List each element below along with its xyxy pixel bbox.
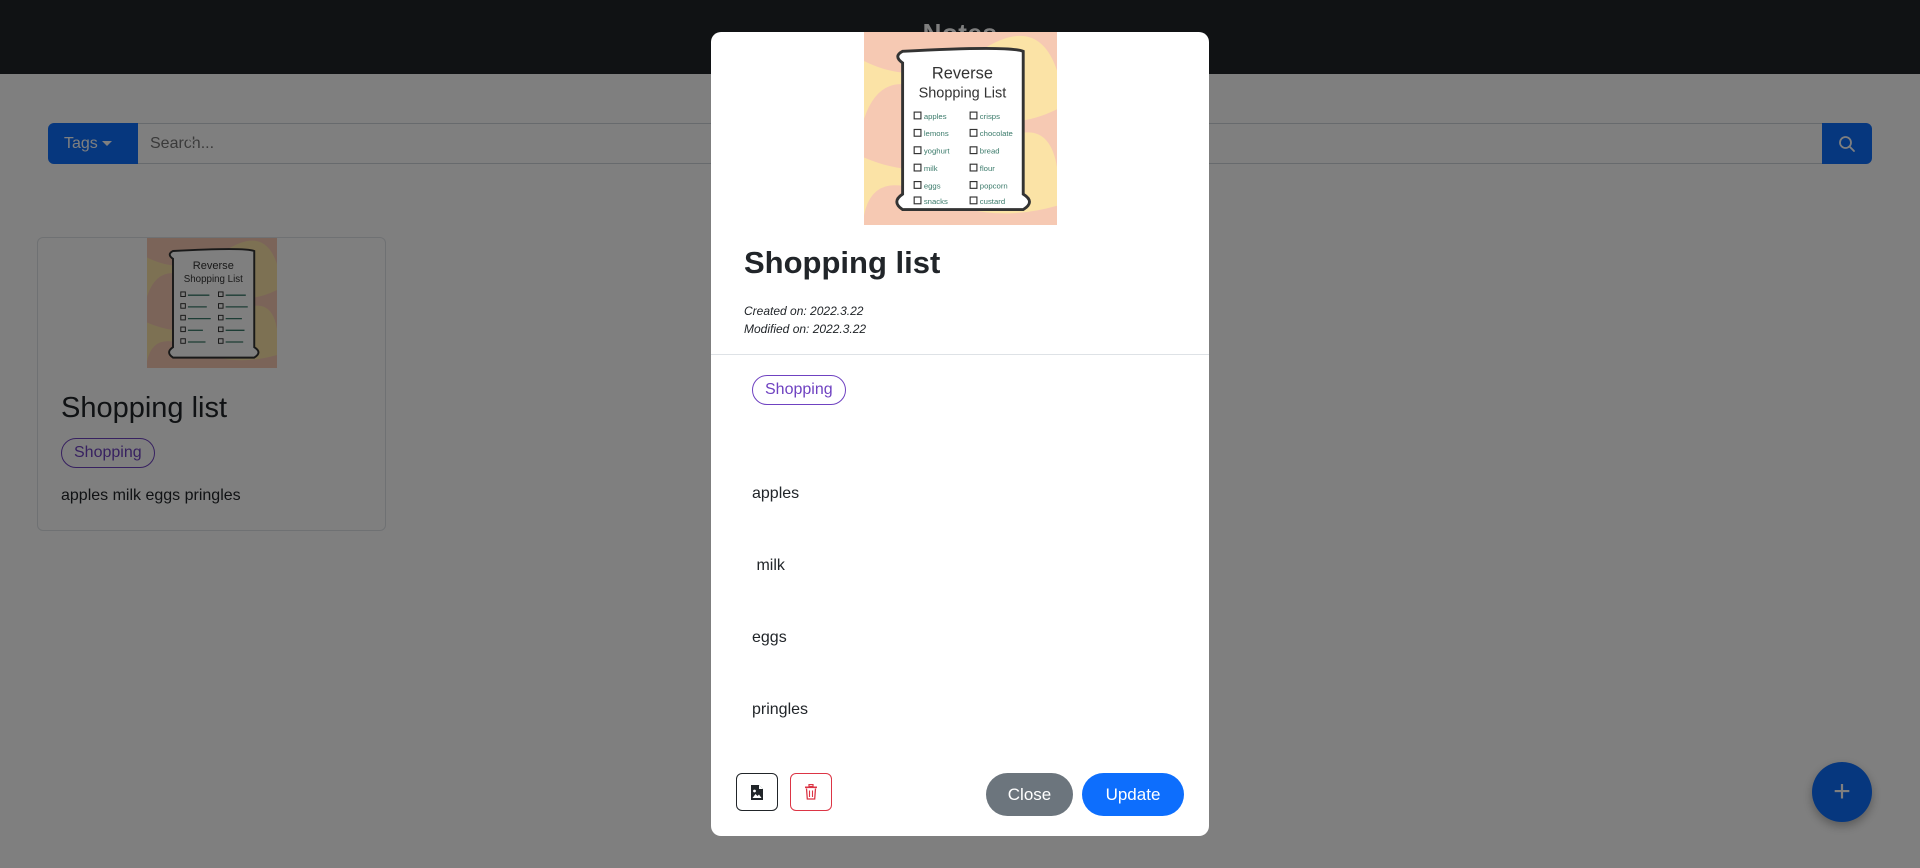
update-button[interactable]: Update xyxy=(1082,773,1184,816)
delete-note-button[interactable] xyxy=(790,773,832,811)
close-button[interactable]: Close xyxy=(986,773,1073,816)
note-modal: Reverse Shopping List apples lemons yogh… xyxy=(711,32,1209,836)
image-item: yoghurt xyxy=(924,147,951,156)
note-image: Reverse Shopping List apples lemons yogh… xyxy=(864,32,1057,225)
modal-divider xyxy=(711,354,1209,355)
image-item: bread xyxy=(980,147,1000,156)
change-image-button[interactable] xyxy=(736,773,778,811)
image-item: popcorn xyxy=(980,181,1008,190)
image-file-icon xyxy=(751,784,763,800)
modified-date: Modified on: 2022.3.22 xyxy=(744,322,867,336)
modal-title[interactable]: Shopping list xyxy=(744,245,940,281)
image-item: eggs xyxy=(924,181,941,190)
note-line: apples xyxy=(752,485,800,502)
image-heading: Reverse xyxy=(932,64,993,82)
note-line: pringles xyxy=(752,701,809,718)
image-item: snacks xyxy=(924,197,948,206)
image-item: crisps xyxy=(980,112,1000,121)
created-date: Created on: 2022.3.22 xyxy=(744,304,864,318)
image-item: flour xyxy=(980,164,995,173)
image-subheading: Shopping List xyxy=(919,86,1007,102)
image-item: chocolate xyxy=(980,129,1013,138)
note-content[interactable]: apples milk eggs pringles xyxy=(752,434,808,770)
trash-icon xyxy=(805,784,817,800)
modal-tag-badge[interactable]: Shopping xyxy=(752,375,846,405)
image-item: milk xyxy=(924,164,938,173)
image-item: apples xyxy=(924,112,947,121)
image-item: lemons xyxy=(924,129,949,138)
note-line: milk xyxy=(752,557,785,574)
note-line: eggs xyxy=(752,629,787,646)
image-item: custard xyxy=(980,197,1005,206)
